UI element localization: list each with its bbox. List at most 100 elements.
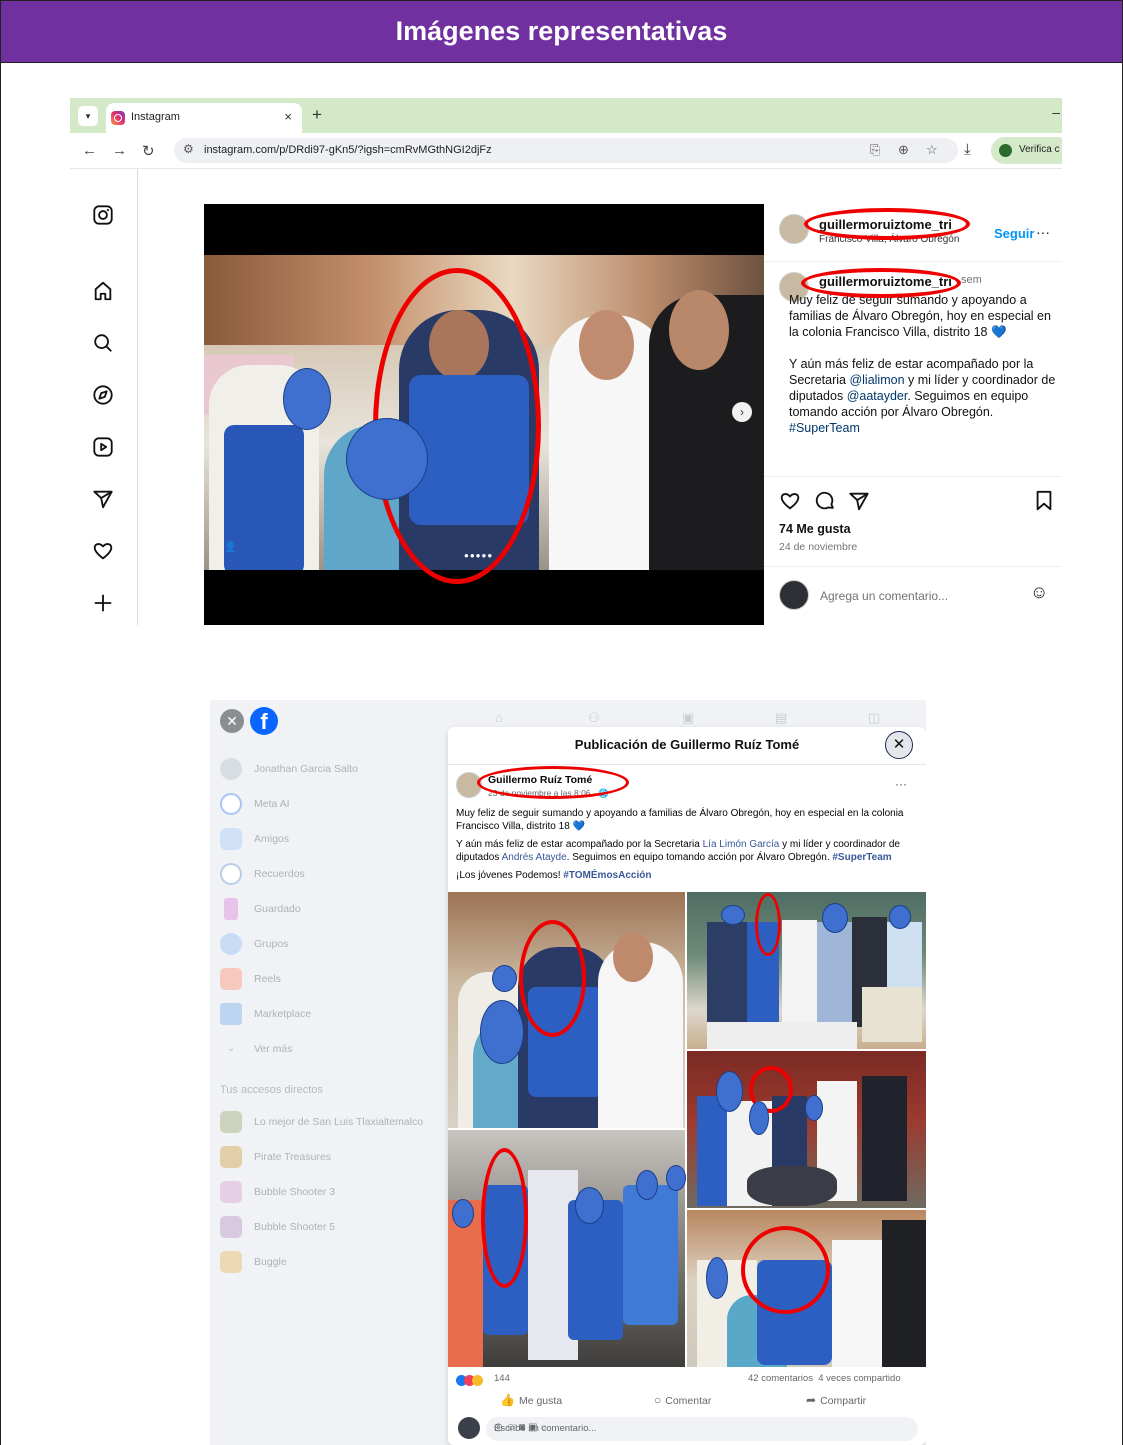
home-icon[interactable]: ⌂ (495, 710, 503, 725)
mention-link[interactable]: @aatayder (847, 389, 908, 403)
site-settings-icon[interactable]: ⚙ (183, 142, 194, 156)
caption-time: sem (961, 274, 982, 286)
home-icon[interactable] (91, 279, 115, 303)
share-button[interactable]: ➦ Compartir (806, 1393, 866, 1407)
more-options-icon[interactable]: ··· (1036, 224, 1050, 240)
comment-tools-icons[interactable]: ◎☺◙▣◌ (494, 1422, 908, 1433)
reels-icon[interactable] (91, 435, 115, 459)
modal-close-icon[interactable]: ✕ (885, 731, 913, 759)
emoji-icon[interactable]: ☺ (1030, 582, 1048, 603)
search-icon[interactable] (91, 331, 115, 355)
comments-count[interactable]: 42 comentarios (748, 1373, 813, 1384)
blue-vest (623, 1185, 678, 1325)
section-banner: Imágenes representativas (0, 0, 1123, 63)
close-icon[interactable]: ✕ (220, 709, 244, 733)
tagged-user-icon[interactable]: 👤 (224, 542, 236, 553)
instagram-post-panel: guillermoruiztome_tri Francisco Villa, Á… (764, 204, 1062, 625)
highlight-person-ellipse (519, 920, 586, 1037)
sidebar-item-memories[interactable]: Recuerdos (220, 862, 305, 886)
gaming-icon[interactable]: ◫ (868, 710, 880, 726)
shortcut-item[interactable]: Pirate Treasures (220, 1145, 331, 1169)
hashtag-link[interactable]: #SuperTeam (832, 852, 891, 863)
sidebar-item-meta-ai[interactable]: Meta AI (220, 792, 290, 816)
highlight-person-ellipse (481, 1148, 528, 1288)
new-tab-button[interactable]: + (312, 105, 322, 125)
shortcut-thumbnail (220, 1146, 242, 1168)
like-heart-icon[interactable] (779, 490, 801, 518)
sidebar-item-groups[interactable]: Grupos (220, 932, 288, 956)
friends-icon[interactable]: ⚇ (588, 710, 600, 726)
privacy-face-mask (480, 1000, 524, 1064)
share-icon[interactable] (848, 490, 870, 518)
instagram-sidebar (70, 169, 138, 625)
more-options-icon[interactable]: ··· (895, 777, 907, 791)
comment-input[interactable]: Agrega un comentario... (820, 589, 948, 603)
forward-arrow-icon[interactable]: → (112, 142, 127, 159)
notifications-heart-icon[interactable] (91, 539, 115, 563)
shortcuts-heading: Tus accesos directos (220, 1084, 323, 1096)
sidebar-item-see-more[interactable]: ⌄ Ver más (220, 1037, 293, 1061)
tag-link[interactable]: Andrés Atayde (502, 852, 567, 863)
avatar (220, 758, 242, 780)
sidebar-item-saved[interactable]: Guardado (220, 897, 301, 921)
comment-input[interactable]: Escribe un comentario... ◎☺◙▣◌ (486, 1417, 918, 1441)
memories-clock-icon (220, 863, 242, 885)
sidebar-item-reels[interactable]: Reels (220, 967, 281, 991)
window-minimize-icon[interactable]: – (1052, 104, 1060, 120)
modal-title: Publicación de Guillermo Ruíz Tomé (574, 737, 800, 752)
bookmark-star-icon[interactable]: ☆ (926, 142, 938, 158)
comment-button[interactable]: ○ Comentar (654, 1393, 711, 1407)
shortcut-item[interactable]: Bubble Shooter 3 (220, 1180, 335, 1204)
hashtag-link[interactable]: #SuperTeam (789, 421, 860, 435)
create-plus-icon[interactable] (91, 591, 115, 615)
shortcut-item[interactable]: Bubble Shooter 5 (220, 1215, 335, 1239)
post-date: 24 de noviembre (779, 541, 858, 553)
post-modal: Publicación de Guillermo Ruíz Tomé ✕ Gui… (448, 727, 926, 1445)
privacy-face-mask (283, 368, 331, 430)
like-button[interactable]: 👍 Me gusta (500, 1393, 562, 1407)
sidebar-item-marketplace[interactable]: Marketplace (220, 1002, 311, 1026)
shortcut-item[interactable]: Buggle (220, 1250, 287, 1274)
instagram-logo-icon[interactable] (91, 203, 115, 227)
tab-close-icon[interactable]: × (284, 109, 292, 124)
follow-button[interactable]: Seguir (994, 226, 1034, 241)
next-image-chevron-icon[interactable]: › (732, 402, 752, 422)
haha-reaction-icon (472, 1375, 483, 1386)
avatar[interactable] (779, 214, 809, 244)
privacy-face-mask (346, 418, 428, 500)
facebook-logo-icon[interactable]: f (250, 707, 278, 735)
marketplace-icon[interactable]: ▤ (775, 710, 787, 726)
shortcut-thumbnail (220, 1216, 242, 1238)
shortcut-thumbnail (220, 1111, 242, 1133)
hashtag-link[interactable]: #TOMÉmosAcción (563, 870, 651, 881)
save-bookmark-icon[interactable] (1034, 490, 1054, 518)
extension-icon (999, 144, 1012, 157)
reaction-icons[interactable] (456, 1373, 483, 1386)
mention-link[interactable]: @lialimon (849, 373, 904, 387)
back-arrow-icon[interactable]: ← (82, 142, 97, 159)
sidebar-item-friends[interactable]: Amigos (220, 827, 289, 851)
address-bar-url[interactable]: instagram.com/p/DRdi97-gKn5/?igsh=cmRvMG… (204, 144, 492, 156)
tab-search-dropdown-icon[interactable]: ▾ (78, 106, 98, 126)
tag-link[interactable]: Lía Limón García (703, 839, 780, 850)
video-icon[interactable]: ▣ (682, 710, 694, 726)
browser-tab-instagram[interactable]: Instagram × (106, 103, 302, 133)
caption-paragraph: Muy feliz de seguir sumando y apoyando a… (789, 293, 1051, 339)
verify-extension-button[interactable]: Verifica c (991, 137, 1062, 164)
shortcut-item[interactable]: Lo mejor de San Luis Tlaxialtemalco (220, 1110, 423, 1134)
comment-icon[interactable] (814, 490, 836, 518)
reload-icon[interactable]: ↻ (142, 142, 155, 160)
zoom-icon[interactable]: ⊕ (898, 142, 909, 158)
woman-face (579, 310, 634, 380)
explore-icon[interactable] (91, 383, 115, 407)
install-app-icon[interactable]: ⎘ (870, 142, 880, 158)
privacy-face-mask (749, 1101, 769, 1135)
likes-count[interactable]: 74 Me gusta (779, 522, 851, 536)
shares-count[interactable]: 4 veces compartido (818, 1373, 900, 1384)
download-icon[interactable]: ⤓ (964, 141, 971, 158)
divider (448, 764, 926, 765)
address-bar[interactable]: ⚙ instagram.com/p/DRdi97-gKn5/?igsh=cmRv… (174, 138, 958, 163)
sidebar-item-profile[interactable]: Jonathan Garcia Salto (220, 757, 358, 781)
reactions-count[interactable]: 144 (494, 1373, 510, 1384)
messages-icon[interactable] (91, 487, 115, 511)
